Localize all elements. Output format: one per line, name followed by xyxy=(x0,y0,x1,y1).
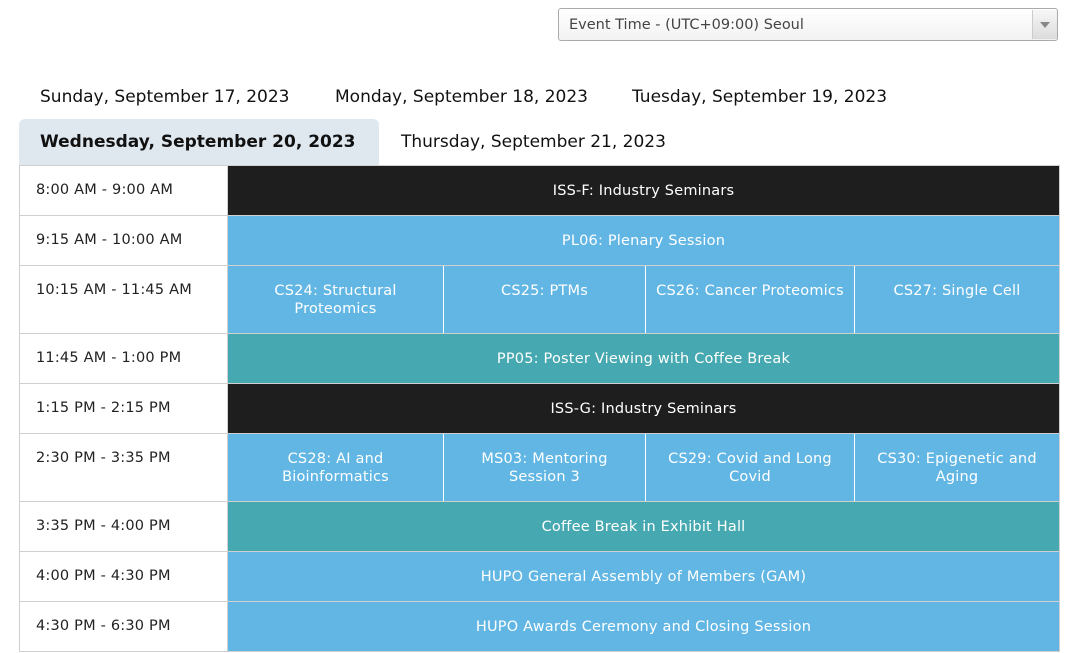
table-row: 4:00 PM - 4:30 PM HUPO General Assembly … xyxy=(19,552,1060,602)
tab-thursday[interactable]: Thursday, September 21, 2023 xyxy=(401,132,666,152)
session-pp05[interactable]: PP05: Poster Viewing with Coffee Break xyxy=(228,334,1060,383)
timezone-select-value: Event Time - (UTC+09:00) Seoul xyxy=(569,16,804,33)
time-slot: 8:00 AM - 9:00 AM xyxy=(19,166,228,215)
time-slot: 4:00 PM - 4:30 PM xyxy=(19,552,228,601)
session-pl06[interactable]: PL06: Plenary Session xyxy=(228,216,1060,265)
table-row: 9:15 AM - 10:00 AM PL06: Plenary Session xyxy=(19,216,1060,266)
time-slot: 2:30 PM - 3:35 PM xyxy=(19,434,228,501)
table-row: 4:30 PM - 6:30 PM HUPO Awards Ceremony a… xyxy=(19,602,1060,652)
time-slot: 1:15 PM - 2:15 PM xyxy=(19,384,228,433)
table-row: 8:00 AM - 9:00 AM ISS-F: Industry Semina… xyxy=(19,166,1060,216)
session-coffee-break[interactable]: Coffee Break in Exhibit Hall xyxy=(228,502,1060,551)
table-row: 3:35 PM - 4:00 PM Coffee Break in Exhibi… xyxy=(19,502,1060,552)
tab-wednesday-label: Wednesday, September 20, 2023 xyxy=(40,132,356,152)
session-gam[interactable]: HUPO General Assembly of Members (GAM) xyxy=(228,552,1060,601)
timezone-select[interactable]: Event Time - (UTC+09:00) Seoul xyxy=(558,8,1058,41)
session-iss-f[interactable]: ISS-F: Industry Seminars xyxy=(228,166,1060,215)
session-awards-closing[interactable]: HUPO Awards Ceremony and Closing Session xyxy=(228,602,1060,651)
tab-tuesday[interactable]: Tuesday, September 19, 2023 xyxy=(632,87,887,107)
time-slot: 4:30 PM - 6:30 PM xyxy=(19,602,228,651)
table-row: 1:15 PM - 2:15 PM ISS-G: Industry Semina… xyxy=(19,384,1060,434)
tab-wednesday[interactable]: Wednesday, September 20, 2023 xyxy=(19,119,379,165)
session-cs29[interactable]: CS29: Covid and Long Covid xyxy=(646,434,855,501)
session-iss-g[interactable]: ISS-G: Industry Seminars xyxy=(228,384,1060,433)
chevron-down-icon[interactable] xyxy=(1032,10,1057,39)
schedule-grid: 8:00 AM - 9:00 AM ISS-F: Industry Semina… xyxy=(19,165,1060,652)
table-row: 11:45 AM - 1:00 PM PP05: Poster Viewing … xyxy=(19,334,1060,384)
session-cs28[interactable]: CS28: AI and Bioinformatics xyxy=(228,434,444,501)
table-row: 10:15 AM - 11:45 AM CS24: Structural Pro… xyxy=(19,266,1060,334)
session-cs25[interactable]: CS25: PTMs xyxy=(444,266,646,333)
time-slot: 10:15 AM - 11:45 AM xyxy=(19,266,228,333)
time-slot: 9:15 AM - 10:00 AM xyxy=(19,216,228,265)
session-ms03[interactable]: MS03: Mentoring Session 3 xyxy=(444,434,646,501)
session-cs24[interactable]: CS24: Structural Proteomics xyxy=(228,266,444,333)
session-cs26[interactable]: CS26: Cancer Proteomics xyxy=(646,266,855,333)
time-slot: 3:35 PM - 4:00 PM xyxy=(19,502,228,551)
time-slot: 11:45 AM - 1:00 PM xyxy=(19,334,228,383)
tab-sunday[interactable]: Sunday, September 17, 2023 xyxy=(40,87,290,107)
tab-monday[interactable]: Monday, September 18, 2023 xyxy=(335,87,588,107)
session-cs30[interactable]: CS30: Epigenetic and Aging xyxy=(855,434,1060,501)
table-row: 2:30 PM - 3:35 PM CS28: AI and Bioinform… xyxy=(19,434,1060,502)
session-cs27[interactable]: CS27: Single Cell xyxy=(855,266,1060,333)
